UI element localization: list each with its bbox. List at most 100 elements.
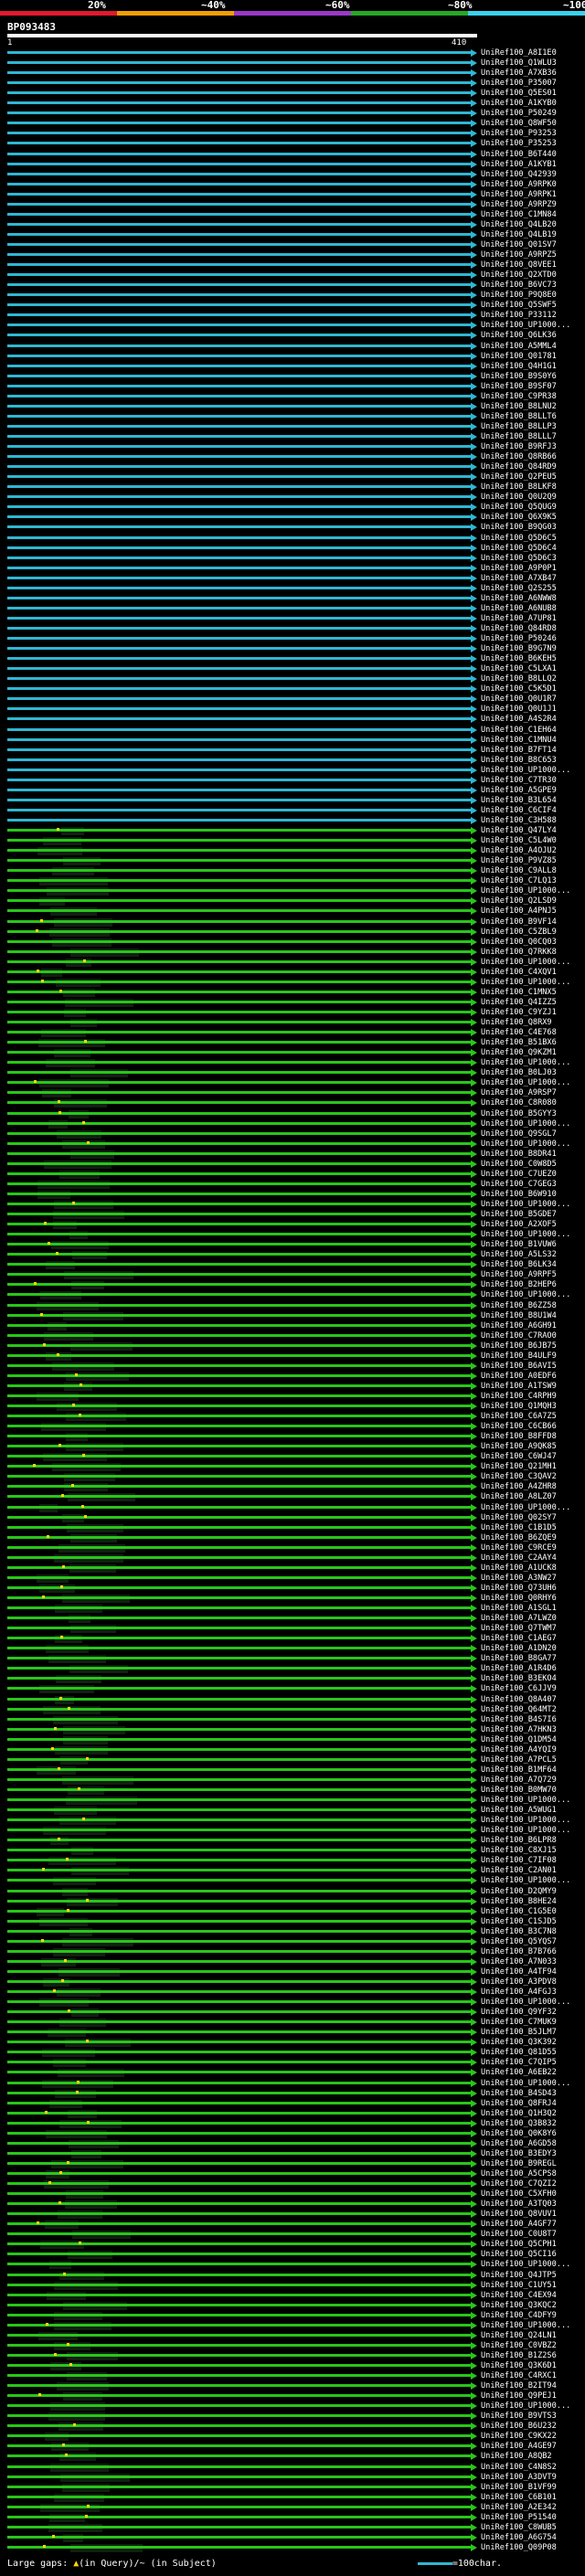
hit-id-link[interactable]: UniRef100_C6WJ47 xyxy=(481,1452,557,1461)
hit-id-link[interactable]: UniRef100_P51540 xyxy=(481,2513,557,2522)
hit-row[interactable]: UniRef100_Q4IZZ5 xyxy=(0,998,585,1007)
hit-row[interactable]: UniRef100_C9PR38 xyxy=(0,392,585,401)
hit-id-link[interactable]: UniRef100_Q8VEE1 xyxy=(481,260,557,270)
hit-row[interactable]: UniRef100_P50246 xyxy=(0,634,585,643)
hit-row[interactable]: UniRef100_UP1000... xyxy=(0,2079,585,2088)
hit-id-link[interactable]: UniRef100_Q09P08 xyxy=(481,2543,557,2552)
hit-row[interactable]: UniRef100_B1MF64 xyxy=(0,1765,585,1775)
hit-row[interactable]: UniRef100_UP1000... xyxy=(0,978,585,987)
hit-row[interactable]: UniRef100_A4PNJ5 xyxy=(0,906,585,917)
hit-row[interactable]: UniRef100_B8LLP3 xyxy=(0,422,585,431)
hit-id-link[interactable]: UniRef100_A0EDF6 xyxy=(481,1372,557,1381)
hit-row[interactable]: UniRef100_B9VF14 xyxy=(0,917,585,927)
hit-id-link[interactable]: UniRef100_C7IF08 xyxy=(481,1856,557,1865)
hit-id-link[interactable]: UniRef100_C2AN01 xyxy=(481,1866,557,1875)
hit-row[interactable]: UniRef100_C7MUK9 xyxy=(0,2018,585,2028)
hit-id-link[interactable]: UniRef100_A4ZHR8 xyxy=(481,1482,557,1491)
hit-row[interactable]: UniRef100_P35007 xyxy=(0,79,585,88)
hit-id-link[interactable]: UniRef100_Q2XTD0 xyxy=(481,270,557,280)
hit-row[interactable]: UniRef100_A7UP81 xyxy=(0,614,585,623)
hit-id-link[interactable]: UniRef100_C4E768 xyxy=(481,1028,557,1037)
hit-row[interactable]: UniRef100_P50249 xyxy=(0,109,585,118)
hit-id-link[interactable]: UniRef100_C4XQV1 xyxy=(481,968,557,977)
hit-row[interactable]: UniRef100_C1UY51 xyxy=(0,2281,585,2290)
hit-id-link[interactable]: UniRef100_Q8A407 xyxy=(481,1695,557,1704)
hit-row[interactable]: UniRef100_B8LLQ2 xyxy=(0,674,585,684)
hit-id-link[interactable]: UniRef100_A4OJU2 xyxy=(481,846,557,855)
hit-id-link[interactable]: UniRef100_A9RPZ9 xyxy=(481,200,557,209)
hit-id-link[interactable]: UniRef100_A3PDV8 xyxy=(481,1977,557,1987)
hit-row[interactable]: UniRef100_B8LNU2 xyxy=(0,402,585,411)
hit-row[interactable]: UniRef100_B6AVI5 xyxy=(0,1362,585,1371)
hit-row[interactable]: UniRef100_B6KEH5 xyxy=(0,654,585,663)
hit-id-link[interactable]: UniRef100_C0W8D5 xyxy=(481,1160,557,1169)
hit-id-link[interactable]: UniRef100_Q01781 xyxy=(481,352,557,361)
hit-id-link[interactable]: UniRef100_Q7TWM7 xyxy=(481,1624,557,1633)
hit-id-link[interactable]: UniRef100_C3H588 xyxy=(481,816,557,825)
hit-row[interactable]: UniRef100_Q4LB19 xyxy=(0,230,585,239)
hit-row[interactable]: UniRef100_B3EKO4 xyxy=(0,1674,585,1684)
hit-row[interactable]: UniRef100_A4OJU2 xyxy=(0,846,585,856)
hit-id-link[interactable]: UniRef100_B1VF99 xyxy=(481,2483,557,2492)
hit-row[interactable]: UniRef100_B5JLM7 xyxy=(0,2028,585,2038)
hit-row[interactable]: UniRef100_A1TSW9 xyxy=(0,1382,585,1391)
hit-id-link[interactable]: UniRef100_B1MF64 xyxy=(481,1765,557,1775)
hit-id-link[interactable]: UniRef100_B1Z2S6 xyxy=(481,2351,557,2360)
hit-row[interactable]: UniRef100_Q5D6C3 xyxy=(0,554,585,563)
hit-row[interactable]: UniRef100_Q21MH1 xyxy=(0,1462,585,1472)
hit-id-link[interactable]: UniRef100_UP1000... xyxy=(481,958,570,967)
hit-id-link[interactable]: UniRef100_B8LLQ2 xyxy=(481,674,557,684)
hit-id-link[interactable]: UniRef100_A8LZ07 xyxy=(481,1492,557,1501)
hit-id-link[interactable]: UniRef100_A9RSP7 xyxy=(481,1088,557,1097)
hit-row[interactable]: UniRef100_C5LXA1 xyxy=(0,664,585,673)
hit-id-link[interactable]: UniRef100_C2AAY4 xyxy=(481,1553,557,1563)
hit-row[interactable]: UniRef100_B6U232 xyxy=(0,2422,585,2432)
hit-row[interactable]: UniRef100_C9YZJ1 xyxy=(0,1008,585,1017)
hit-id-link[interactable]: UniRef100_C0U8T7 xyxy=(481,2230,557,2239)
hit-id-link[interactable]: UniRef100_A7HKN3 xyxy=(481,1725,557,1734)
hit-id-link[interactable]: UniRef100_Q84RD9 xyxy=(481,462,557,472)
hit-id-link[interactable]: UniRef100_Q0U1R7 xyxy=(481,694,557,704)
hit-row[interactable]: UniRef100_B4ULF9 xyxy=(0,1352,585,1361)
hit-row[interactable]: UniRef100_C4DFY9 xyxy=(0,2311,585,2320)
hit-id-link[interactable]: UniRef100_A7N033 xyxy=(481,1957,557,1966)
hit-row[interactable]: UniRef100_A9RPF5 xyxy=(0,1270,585,1280)
hit-id-link[interactable]: UniRef100_B5GDE7 xyxy=(481,1210,557,1219)
hit-id-link[interactable]: UniRef100_P35007 xyxy=(481,79,557,88)
hit-id-link[interactable]: UniRef100_Q4IZZ5 xyxy=(481,998,557,1007)
hit-row[interactable]: UniRef100_A5CPS8 xyxy=(0,2169,585,2178)
hit-row[interactable]: UniRef100_Q5CI16 xyxy=(0,2250,585,2260)
hit-id-link[interactable]: UniRef100_C9KX22 xyxy=(481,2432,557,2441)
hit-row[interactable]: UniRef100_C8WUB5 xyxy=(0,2523,585,2532)
hit-id-link[interactable]: UniRef100_A8I1E0 xyxy=(481,48,557,58)
hit-row[interactable]: UniRef100_C7QIP5 xyxy=(0,2058,585,2068)
hit-row[interactable]: UniRef100_C4RPH9 xyxy=(0,1392,585,1401)
hit-row[interactable]: UniRef100_P9Q8E0 xyxy=(0,291,585,300)
hit-id-link[interactable]: UniRef100_A7XB47 xyxy=(481,574,557,583)
hit-id-link[interactable]: UniRef100_B8LNU2 xyxy=(481,402,557,411)
hit-row[interactable]: UniRef100_C1MNX5 xyxy=(0,988,585,997)
hit-row[interactable]: UniRef100_UP1000... xyxy=(0,321,585,330)
hit-row[interactable]: UniRef100_A4TF94 xyxy=(0,1967,585,1977)
hit-row[interactable]: UniRef100_B6W910 xyxy=(0,1190,585,1199)
hit-id-link[interactable]: UniRef100_B9QG03 xyxy=(481,523,557,532)
hit-id-link[interactable]: UniRef100_UP1000... xyxy=(481,1796,570,1805)
hit-row[interactable]: UniRef100_A7XB36 xyxy=(0,69,585,78)
hit-row[interactable]: UniRef100_B8FFD8 xyxy=(0,1432,585,1442)
hit-row[interactable]: UniRef100_A4GE97 xyxy=(0,2442,585,2452)
hit-row[interactable]: UniRef100_Q2PEU5 xyxy=(0,472,585,482)
hit-id-link[interactable]: UniRef100_A9RPK1 xyxy=(481,190,557,199)
hit-id-link[interactable]: UniRef100_B8LLP3 xyxy=(481,422,557,431)
hit-id-link[interactable]: UniRef100_Q5D6C5 xyxy=(481,534,557,543)
hit-row[interactable]: UniRef100_C5ZBL9 xyxy=(0,928,585,937)
hit-id-link[interactable]: UniRef100_B0MW70 xyxy=(481,1786,557,1795)
hit-row[interactable]: UniRef100_Q24LN1 xyxy=(0,2331,585,2340)
hit-id-link[interactable]: UniRef100_A3TQ03 xyxy=(481,2200,557,2209)
hit-row[interactable]: UniRef100_Q73UH6 xyxy=(0,1584,585,1593)
hit-row[interactable]: UniRef100_B9S0Y6 xyxy=(0,372,585,381)
hit-row[interactable]: UniRef100_Q47LY4 xyxy=(0,826,585,836)
hit-id-link[interactable]: UniRef100_C4DFY9 xyxy=(481,2311,557,2320)
hit-id-link[interactable]: UniRef100_C8WUB5 xyxy=(481,2523,557,2532)
hit-row[interactable]: UniRef100_Q3K392 xyxy=(0,2038,585,2048)
hit-row[interactable]: UniRef100_C0W8D5 xyxy=(0,1160,585,1169)
